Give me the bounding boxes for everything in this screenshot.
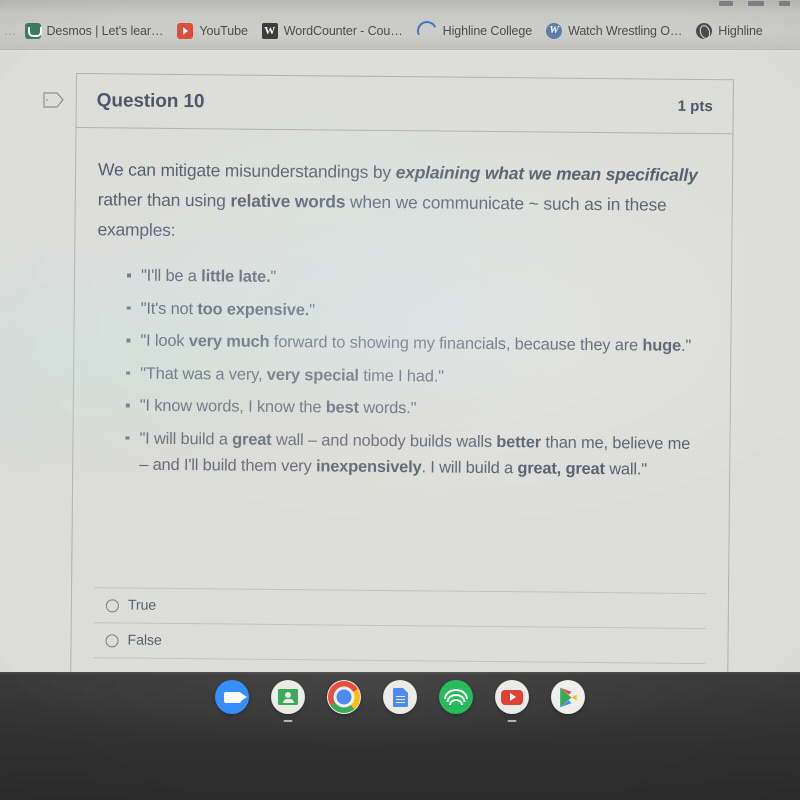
answer-option-true[interactable]: True xyxy=(93,587,707,629)
maximize-control[interactable] xyxy=(748,1,764,6)
youtube-icon xyxy=(177,22,194,39)
list-item: "I will build a great wall – and nobody … xyxy=(125,425,703,484)
docs-icon xyxy=(392,687,408,707)
item-text: time I had." xyxy=(358,366,444,386)
prompt-emphasis: explaining what we mean specifically xyxy=(395,162,698,185)
prompt-strong: relative words xyxy=(230,190,346,212)
minimize-control[interactable] xyxy=(719,1,733,6)
list-item: "I look very much forward to showing my … xyxy=(126,327,704,359)
shelf-top-edge xyxy=(0,672,800,674)
answer-option-false[interactable]: False xyxy=(93,622,706,664)
chrome-icon-center xyxy=(333,686,355,708)
shelf-app-chrome[interactable] xyxy=(327,680,361,714)
item-text: wall." xyxy=(604,460,648,479)
wordpress-icon: W xyxy=(546,22,563,39)
item-strong: huge xyxy=(642,336,682,355)
play-store-icon xyxy=(559,687,577,707)
video-camera-icon xyxy=(223,691,247,703)
item-text: "That was a very, xyxy=(140,364,267,384)
running-indicator xyxy=(283,719,293,722)
youtube-icon xyxy=(501,689,523,705)
shelf-app-zoom[interactable] xyxy=(215,680,249,714)
item-text: "I'll be a xyxy=(140,266,202,286)
bookmark-youtube[interactable]: YouTube xyxy=(170,18,254,44)
close-control[interactable] xyxy=(779,1,790,6)
item-text: ." xyxy=(680,336,692,355)
highline-ring-icon xyxy=(413,17,440,44)
chromebook-screen-photo: … Desmos | Let's lear… YouTube W WordCou… xyxy=(0,0,800,800)
question-header: Question 10 1 pts xyxy=(76,74,733,135)
bookmark-label: WordCounter - Cou… xyxy=(283,23,403,38)
running-indicator xyxy=(507,719,517,722)
item-text: "I look xyxy=(140,331,189,351)
question-card: Question 10 1 pts We can mitigate misund… xyxy=(70,73,734,680)
page-right-gutter xyxy=(738,50,800,672)
classroom-icon xyxy=(278,689,298,705)
page-title: Question 10 xyxy=(96,89,205,112)
window-controls-strip xyxy=(0,0,800,12)
bookmarks-overflow-left: … xyxy=(4,23,17,38)
item-text: wall – and nobody builds walls xyxy=(271,430,497,451)
shelf-app-classroom[interactable] xyxy=(271,680,305,722)
bookmark-desmos[interactable]: Desmos | Let's lear… xyxy=(18,18,171,44)
chromeos-shelf xyxy=(0,672,800,800)
bookmark-highline[interactable]: Highline xyxy=(689,18,769,44)
shelf-app-youtube[interactable] xyxy=(495,680,529,722)
list-item: "I know words, I know the best words." xyxy=(126,392,704,424)
bookmark-label: Watch Wrestling O… xyxy=(568,23,683,38)
radio-false[interactable] xyxy=(105,633,119,647)
item-strong: inexpensively xyxy=(315,457,422,477)
spotify-icon-wave-3 xyxy=(449,699,463,705)
item-text: "I will build a xyxy=(139,429,233,449)
item-text: forward to showing my financials, becaus… xyxy=(269,332,643,355)
item-strong: best xyxy=(325,398,359,417)
question-prompt: We can mitigate misunderstandings by exp… xyxy=(97,154,706,250)
bookmark-wordcounter[interactable]: W WordCounter - Cou… xyxy=(255,18,410,44)
list-item: "I'll be a little late." xyxy=(127,263,705,295)
item-strong: very special xyxy=(266,365,359,385)
item-strong: great, great xyxy=(517,459,605,479)
item-text: " xyxy=(309,300,315,319)
item-text: "I know words, I know the xyxy=(139,396,326,417)
item-text: " xyxy=(270,267,277,286)
question-points: 1 pts xyxy=(677,97,713,116)
radio-true[interactable] xyxy=(105,598,119,612)
bookmarks-bar-divider xyxy=(0,49,800,50)
item-strong: great xyxy=(232,430,272,449)
answer-label: True xyxy=(127,597,157,614)
list-item: "It's not too expensive." xyxy=(127,295,705,327)
globe-icon xyxy=(696,22,713,39)
shelf-app-spotify[interactable] xyxy=(439,680,473,714)
item-text: words." xyxy=(358,398,417,418)
item-text: "It's not xyxy=(140,299,198,318)
bookmark-watch-wrestling[interactable]: W Watch Wrestling O… xyxy=(539,18,689,44)
bookmark-label: Desmos | Let's lear… xyxy=(46,23,164,38)
bookmark-label: Highline xyxy=(718,23,763,38)
flag-icon[interactable] xyxy=(42,90,66,110)
item-strong: too expensive. xyxy=(197,299,310,319)
item-text: . I will build a xyxy=(421,458,518,478)
bookmark-highline-college[interactable]: Highline College xyxy=(410,17,539,44)
item-strong: little late. xyxy=(201,267,271,286)
shelf-app-play-store[interactable] xyxy=(551,680,585,714)
prompt-seg-3: rather than using xyxy=(97,189,231,211)
bookmark-label: Highline College xyxy=(442,23,533,38)
shelf-app-list xyxy=(0,680,800,722)
bookmarks-bar: … Desmos | Let's lear… YouTube W WordCou… xyxy=(0,12,800,49)
wordcounter-icon: W xyxy=(261,22,278,39)
answer-label: False xyxy=(127,632,162,649)
bookmark-label: YouTube xyxy=(199,23,248,38)
list-item: "That was a very, very special time I ha… xyxy=(126,360,704,392)
answer-options: True False xyxy=(93,587,707,665)
question-body: We can mitigate misunderstandings by exp… xyxy=(73,128,732,484)
examples-list: "I'll be a little late." "It's not too e… xyxy=(95,262,705,483)
item-strong: better xyxy=(496,432,542,451)
shelf-app-docs[interactable] xyxy=(383,680,417,714)
item-strong: very much xyxy=(188,332,270,351)
prompt-seg-1: We can mitigate misunderstandings by xyxy=(97,159,396,183)
desmos-icon xyxy=(24,22,42,39)
